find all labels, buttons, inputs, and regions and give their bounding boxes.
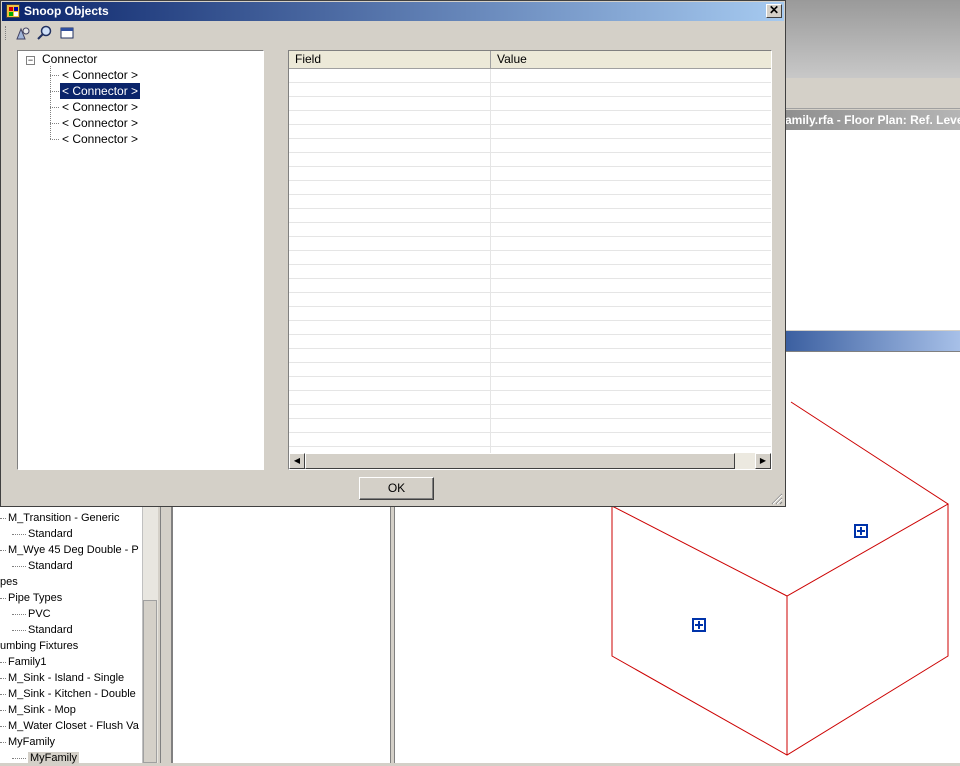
column-header-value[interactable]: Value xyxy=(491,51,771,68)
browser-tree-item[interactable]: M_Transition - Generic xyxy=(8,510,119,526)
connector-marker-icon[interactable] xyxy=(692,618,706,632)
tree-connector-line xyxy=(12,534,26,535)
tree-connector-line xyxy=(0,726,6,727)
grid-header: Field Value xyxy=(289,51,771,69)
browser-tree-item[interactable]: MyFamily xyxy=(28,750,80,766)
tree-connector-line xyxy=(0,598,6,599)
app-ribbon-area xyxy=(785,0,960,78)
panel-splitter[interactable] xyxy=(160,505,172,763)
tree-root-connector[interactable]: Connector xyxy=(40,51,99,67)
properties-grid[interactable]: Field Value ◀ ▶ xyxy=(288,50,772,470)
connector-marker-icon[interactable] xyxy=(854,524,868,538)
snoop-objects-dialog: Snoop Objects ✕ − Connector < Connector … xyxy=(0,0,786,507)
dialog-titlebar[interactable]: Snoop Objects ✕ xyxy=(2,2,784,21)
toolbar xyxy=(3,23,783,43)
browser-tree-item[interactable]: M_Sink - Mop xyxy=(8,702,76,718)
browser-tree-item[interactable]: Family1 xyxy=(8,654,47,670)
tree-node-connector[interactable]: < Connector > xyxy=(58,82,142,100)
tree-connector-line xyxy=(12,630,26,631)
object-tree[interactable]: − Connector < Connector > < Connector > < … xyxy=(17,50,264,470)
browser-tree-item[interactable]: umbing Fixtures xyxy=(0,638,78,654)
browser-tree-item[interactable]: PVC xyxy=(28,606,51,622)
tree-connector-line xyxy=(0,518,6,519)
scroll-right-icon[interactable]: ▶ xyxy=(755,453,771,469)
tree-node-connector[interactable]: < Connector > xyxy=(60,67,140,83)
tree-node-connector[interactable]: < Connector > xyxy=(60,99,140,115)
column-header-field[interactable]: Field xyxy=(289,51,491,68)
view-tab-strip xyxy=(785,78,960,109)
tree-connector-line xyxy=(0,678,6,679)
view-window-title[interactable]: amily.rfa - Floor Plan: Ref. Level xyxy=(785,110,960,130)
browser-tree-item[interactable]: M_Wye 45 Deg Double - P xyxy=(8,542,139,558)
snoop-button[interactable] xyxy=(13,24,33,42)
column-divider xyxy=(490,69,491,453)
scroll-left-icon[interactable]: ◀ xyxy=(289,453,305,469)
grid-rows[interactable] xyxy=(289,69,771,453)
browser-tree-item[interactable]: Standard xyxy=(28,558,73,574)
browser-tree-item[interactable]: M_Sink - Kitchen - Double xyxy=(8,686,136,702)
tree-connector-line xyxy=(0,662,6,663)
app-icon xyxy=(6,4,20,18)
browser-tree-item[interactable]: MyFamily xyxy=(8,734,55,750)
tree-connector-line xyxy=(0,710,6,711)
browser-tree-item[interactable]: Standard xyxy=(28,526,73,542)
browser-tree-item[interactable]: Pipe Types xyxy=(8,590,62,606)
toolbar-grip-icon[interactable] xyxy=(5,26,8,40)
dialog-title: Snoop Objects xyxy=(24,4,109,18)
collapse-toggle-icon[interactable]: − xyxy=(26,56,35,65)
tree-node-connector[interactable]: < Connector > xyxy=(60,131,140,147)
tree-connector-line xyxy=(0,550,6,551)
browser-tree-item[interactable]: pes xyxy=(0,574,18,590)
tree-node-connector[interactable]: < Connector > xyxy=(60,115,140,131)
horizontal-scrollbar[interactable]: ◀ ▶ xyxy=(289,453,771,469)
snoop-icon xyxy=(16,27,30,40)
3d-view-titlebar[interactable] xyxy=(785,331,960,352)
floor-plan-view[interactable] xyxy=(785,130,960,330)
ok-button[interactable]: OK xyxy=(359,477,434,500)
window-icon xyxy=(60,27,74,39)
properties-panel xyxy=(172,505,391,763)
find-icon xyxy=(37,25,52,40)
resize-grip-icon[interactable] xyxy=(769,491,783,505)
project-browser[interactable]: M_Transition - Generic Standard M_Wye 45 D… xyxy=(0,505,142,766)
tree-connector-line xyxy=(12,566,26,567)
close-button[interactable]: ✕ xyxy=(766,4,782,18)
tree-connector-line xyxy=(0,742,6,743)
browser-tree-item[interactable]: M_Water Closet - Flush Va xyxy=(8,718,139,734)
project-browser-scroll-thumb[interactable] xyxy=(143,600,157,763)
tree-connector-line xyxy=(12,758,26,759)
scroll-thumb[interactable] xyxy=(305,453,735,469)
browser-tree-item[interactable]: Standard xyxy=(28,622,73,638)
tree-connector-line xyxy=(0,694,6,695)
tree-connector-line xyxy=(12,614,26,615)
find-button[interactable] xyxy=(35,24,55,42)
browser-tree-item[interactable]: M_Sink - Island - Single xyxy=(8,670,124,686)
window-button[interactable] xyxy=(57,24,77,42)
